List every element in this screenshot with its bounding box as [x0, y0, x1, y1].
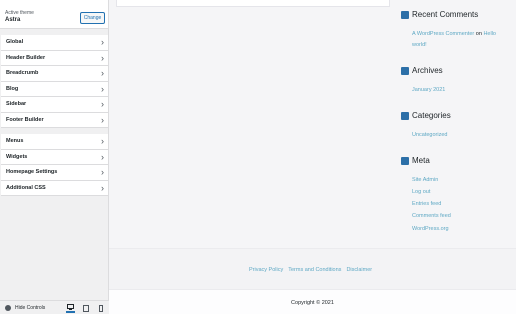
- preview-mobile-button[interactable]: [96, 304, 105, 312]
- customizer-sidebar: Active theme Astra Change Global › Heade…: [0, 0, 109, 314]
- chevron-right-icon: ›: [101, 114, 104, 125]
- footer-link-privacy[interactable]: Privacy Policy: [249, 267, 283, 273]
- section-menus[interactable]: Menus ›: [1, 134, 108, 150]
- section-label: Header Builder: [6, 54, 46, 61]
- customizer-sections-secondary: Menus › Widgets › Homepage Settings › Ad…: [1, 134, 108, 196]
- archive-link[interactable]: January 2021: [412, 87, 445, 93]
- widget-title-text: Recent Comments: [412, 10, 479, 19]
- collapse-icon: [5, 305, 11, 311]
- widget-title-text: Meta: [412, 156, 430, 165]
- change-theme-button[interactable]: Change: [80, 12, 105, 24]
- section-breadcrumb[interactable]: Breadcrumb ›: [1, 66, 108, 82]
- meta-link-wordpress-org[interactable]: WordPress.org: [412, 226, 449, 232]
- edit-shortcut-icon[interactable]: [401, 10, 409, 19]
- active-theme-label: Active theme: [5, 10, 34, 16]
- customizer-footer-bar: Hide Controls: [0, 300, 109, 314]
- edit-shortcut-icon[interactable]: [401, 66, 409, 75]
- comment-on-text: on: [475, 31, 482, 37]
- section-label: Additional CSS: [6, 184, 46, 191]
- hide-controls-button[interactable]: Hide Controls: [5, 304, 45, 312]
- footer-navigation: Privacy Policy Terms and Conditions Disc…: [109, 248, 516, 289]
- meta-link-entries-feed[interactable]: Entries feed: [412, 201, 441, 207]
- comment-author-link[interactable]: A WordPress Commenter: [412, 31, 474, 37]
- widget-meta-title: Meta: [401, 156, 430, 165]
- meta-link-comments-feed[interactable]: Comments feed: [412, 213, 451, 219]
- widget-recent-comments-title: Recent Comments: [401, 10, 478, 19]
- comment-post-link-continued[interactable]: world!: [412, 42, 427, 48]
- footer-links: Privacy Policy Terms and Conditions Disc…: [249, 267, 372, 273]
- edit-shortcut-icon[interactable]: [401, 156, 409, 165]
- chevron-right-icon: ›: [101, 83, 104, 94]
- mobile-icon: [98, 304, 103, 312]
- customizer-sections-primary: Global › Header Builder › Breadcrumb › B…: [1, 35, 108, 128]
- section-homepage-settings[interactable]: Homepage Settings ›: [1, 165, 108, 181]
- section-widgets[interactable]: Widgets ›: [1, 149, 108, 165]
- edit-shortcut-icon[interactable]: [401, 111, 409, 120]
- chevron-right-icon: ›: [101, 37, 104, 47]
- section-footer-builder[interactable]: Footer Builder ›: [1, 112, 108, 128]
- footer-link-terms[interactable]: Terms and Conditions: [288, 267, 341, 273]
- section-label: Breadcrumb: [6, 70, 39, 76]
- section-label: Homepage Settings: [6, 169, 58, 175]
- chevron-right-icon: ›: [101, 182, 104, 193]
- meta-link-site-admin[interactable]: Site Admin: [412, 177, 438, 183]
- recent-comment-entry: A WordPress Commenter on Hello: [412, 31, 496, 37]
- section-global[interactable]: Global ›: [1, 35, 108, 51]
- copyright-bar: Copyright © 2021: [109, 289, 516, 314]
- section-label: Blog: [6, 85, 19, 92]
- hide-controls-label: Hide Controls: [15, 305, 46, 311]
- section-header-builder[interactable]: Header Builder ›: [1, 50, 108, 66]
- section-sidebar[interactable]: Sidebar ›: [1, 97, 108, 113]
- chevron-right-icon: ›: [101, 136, 104, 146]
- widget-categories-title: Categories: [401, 111, 451, 120]
- widget-title-text: Categories: [412, 111, 451, 120]
- chevron-right-icon: ›: [101, 151, 104, 162]
- chevron-right-icon: ›: [101, 52, 104, 63]
- active-theme-panel: Active theme Astra Change: [0, 0, 108, 29]
- meta-link-log-out[interactable]: Log out: [412, 189, 430, 195]
- preview-tablet-button[interactable]: [81, 304, 90, 312]
- chevron-right-icon: ›: [101, 99, 104, 109]
- tablet-icon: [82, 304, 89, 312]
- content-card: [116, 0, 390, 7]
- theme-name: Astra: [5, 17, 21, 23]
- chevron-right-icon: ›: [101, 167, 104, 177]
- section-label: Menus: [6, 138, 24, 144]
- widget-title-text: Archives: [412, 66, 443, 75]
- site-preview: Recent Comments A WordPress Commenter on…: [109, 0, 516, 314]
- section-label: Sidebar: [6, 101, 27, 107]
- footer-link-disclaimer[interactable]: Disclaimer: [346, 267, 372, 273]
- desktop-icon: [67, 304, 74, 310]
- section-additional-css[interactable]: Additional CSS ›: [1, 180, 108, 196]
- preview-desktop-button[interactable]: [66, 303, 75, 313]
- section-blog[interactable]: Blog ›: [1, 81, 108, 97]
- section-label: Widgets: [6, 153, 28, 160]
- comment-post-link[interactable]: Hello: [483, 31, 496, 37]
- category-link[interactable]: Uncategorized: [412, 132, 447, 138]
- chevron-right-icon: ›: [101, 68, 104, 78]
- widget-archives-title: Archives: [401, 66, 443, 75]
- copyright-text: Copyright © 2021: [291, 300, 334, 306]
- section-label: Footer Builder: [6, 116, 44, 123]
- section-label: Global: [6, 39, 24, 45]
